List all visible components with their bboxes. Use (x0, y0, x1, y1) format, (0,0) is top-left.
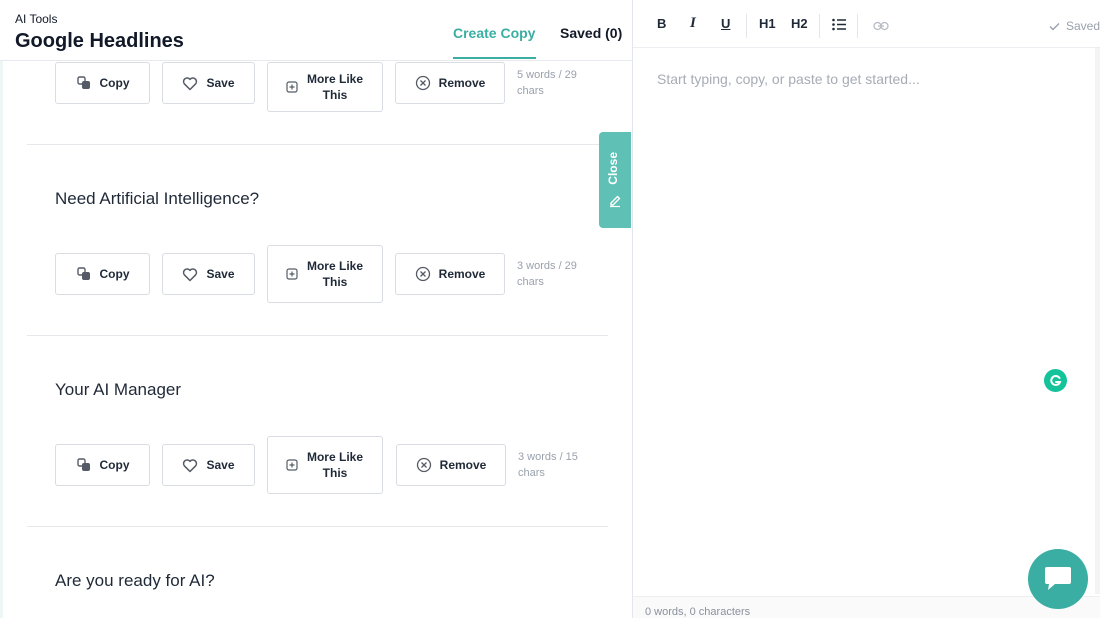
copy-button[interactable]: Copy (55, 62, 150, 104)
editor-input[interactable]: Start typing, copy, or paste to get star… (657, 71, 920, 87)
remove-button[interactable]: Remove (395, 253, 505, 295)
result-divider (27, 526, 608, 527)
tab-saved[interactable]: Saved (0) (560, 25, 622, 41)
bold-button[interactable]: B (657, 16, 666, 31)
remove-button[interactable]: Remove (395, 62, 505, 104)
toolbar-divider (857, 14, 858, 38)
result-divider (27, 144, 608, 145)
word-char-count: 3 words / 15 chars (518, 451, 578, 479)
heart-icon (182, 76, 198, 91)
remove-circle-icon (416, 457, 432, 473)
remove-button[interactable]: Remove (396, 444, 506, 486)
headline-text: Are you ready for AI? (55, 571, 215, 590)
remove-circle-icon (415, 266, 431, 282)
copy-button[interactable]: Copy (55, 253, 150, 295)
copy-button[interactable]: Copy (55, 444, 150, 486)
results-panel: AI Tools Google Headlines Create Copy Sa… (0, 0, 632, 618)
heading1-button[interactable]: H1 (759, 16, 776, 31)
italic-button[interactable]: I (690, 15, 696, 32)
toolbar-divider (819, 14, 820, 38)
link-icon[interactable] (873, 19, 889, 34)
breadcrumb[interactable]: AI Tools (15, 12, 57, 26)
editor-footer: 0 words, 0 characters (633, 596, 1100, 618)
copy-icon (76, 75, 92, 91)
toolbar-divider (746, 14, 747, 38)
active-tab-indicator (453, 57, 536, 59)
word-char-count: 5 words / 29 chars (517, 69, 577, 97)
more-like-this-button[interactable]: More Like This (267, 245, 383, 303)
save-button[interactable]: Save (162, 253, 255, 295)
word-char-count: 3 words / 29 chars (517, 260, 577, 288)
result-divider (27, 335, 608, 336)
headline-text: Need Artificial Intelligence? (55, 189, 260, 208)
more-like-this-button[interactable]: More Like This (267, 62, 383, 112)
editor-scrollbar[interactable] (1095, 48, 1100, 594)
tab-create-copy[interactable]: Create Copy (453, 25, 535, 51)
editor-toolbar: B I U H1 H2 Saved (633, 4, 1100, 48)
more-like-this-button[interactable]: More Like This (267, 436, 383, 494)
save-button[interactable]: Save (162, 444, 255, 486)
plus-square-icon (286, 81, 298, 93)
saved-status: Saved (1049, 19, 1100, 33)
underline-button[interactable]: U (721, 16, 730, 31)
pencil-icon (608, 194, 622, 213)
check-icon (1049, 22, 1060, 31)
panel-edge (0, 0, 3, 618)
page-title: Google Headlines (15, 30, 184, 52)
grammarly-icon[interactable] (1044, 369, 1067, 392)
save-button[interactable]: Save (162, 62, 255, 104)
chat-support-button[interactable] (1028, 549, 1088, 609)
copy-icon (76, 457, 92, 473)
plus-square-icon (286, 268, 298, 280)
heart-icon (182, 267, 198, 282)
plus-square-icon (286, 459, 298, 471)
word-count: 0 words, 0 characters (645, 606, 751, 618)
panel-header: AI Tools Google Headlines Create Copy Sa… (0, 0, 632, 61)
chat-icon (1043, 566, 1073, 592)
remove-circle-icon (415, 75, 431, 91)
bullet-list-icon[interactable] (832, 18, 846, 34)
editor-panel: B I U H1 H2 Saved Start typing, copy, or… (632, 0, 1100, 618)
heading2-button[interactable]: H2 (791, 16, 808, 31)
heart-icon (182, 458, 198, 473)
close-label: Close (606, 152, 620, 185)
close-panel-tab[interactable]: Close (599, 132, 631, 228)
copy-icon (76, 266, 92, 282)
headline-text: Your AI Manager (55, 380, 182, 399)
